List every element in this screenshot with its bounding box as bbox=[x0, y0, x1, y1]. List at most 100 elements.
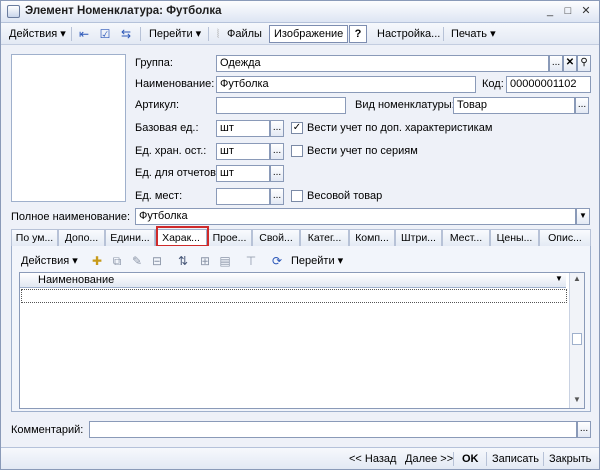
panel-goto-menu[interactable]: Перейти ▾ bbox=[287, 252, 347, 270]
tab-projects[interactable]: Прое... bbox=[207, 229, 252, 246]
table-scrollbar[interactable]: ▲ ▼ bbox=[569, 273, 584, 408]
delete-row-icon[interactable]: ⊟ bbox=[149, 253, 165, 269]
edit-row-icon[interactable]: ✎ bbox=[129, 253, 145, 269]
main-toolbar: Действия ▾ ⇤ ☑ ⇆ Перейти ▾ ⦚ Файлы Изобр… bbox=[1, 23, 599, 45]
window-title: Элемент Номенклатура: Футболка bbox=[25, 5, 222, 17]
weight-checkbox[interactable] bbox=[291, 190, 303, 202]
files-button[interactable]: Файлы bbox=[223, 25, 266, 43]
actions-menu[interactable]: Действия ▾ bbox=[5, 25, 70, 43]
article-label: Артикул: bbox=[135, 99, 180, 111]
group-label: Группа: bbox=[135, 57, 173, 69]
checklist-icon[interactable]: ☑ bbox=[97, 26, 113, 42]
group-search-icon[interactable]: ⚲ bbox=[577, 55, 591, 72]
report-unit-select-button[interactable]: ... bbox=[270, 165, 284, 182]
panel-actions-label: Действия bbox=[21, 255, 70, 267]
minimize-icon[interactable]: _ bbox=[543, 5, 557, 19]
storage-unit-field[interactable]: шт bbox=[216, 143, 270, 160]
scroll-thumb[interactable] bbox=[572, 333, 582, 345]
filter-icon[interactable]: ▤ bbox=[217, 253, 233, 269]
arrow-left-icon[interactable]: ⇤ bbox=[76, 26, 92, 42]
tab-properties[interactable]: Свой... bbox=[252, 229, 300, 246]
tab-defaults[interactable]: По ум... bbox=[11, 229, 58, 246]
print-menu[interactable]: Печать ▾ bbox=[447, 25, 500, 43]
name-label: Наименование: bbox=[135, 78, 215, 90]
article-field[interactable] bbox=[216, 97, 346, 114]
extra-chars-checkbox[interactable]: ✓ bbox=[291, 122, 303, 134]
type-label: Вид номенклатуры: bbox=[355, 99, 455, 111]
tab-components[interactable]: Комп... bbox=[349, 229, 395, 246]
report-unit-field[interactable]: шт bbox=[216, 165, 270, 182]
refresh-icon[interactable]: ⇆ bbox=[118, 26, 134, 42]
comment-field[interactable] bbox=[89, 421, 577, 438]
next-button[interactable]: Далее >> bbox=[405, 451, 453, 467]
scroll-down-icon[interactable]: ▼ bbox=[573, 395, 581, 404]
place-unit-label: Ед. мест: bbox=[135, 190, 183, 202]
close-icon[interactable]: ✕ bbox=[579, 5, 593, 19]
tab-additional[interactable]: Допо... bbox=[58, 229, 105, 246]
goto-menu[interactable]: Перейти ▾ bbox=[145, 25, 205, 43]
back-button[interactable]: << Назад bbox=[349, 451, 396, 467]
actions-label: Действия bbox=[9, 28, 58, 40]
tab-strip: По ум... Допо... Едини... Харак... Прое.… bbox=[11, 229, 591, 246]
group-clear-button[interactable]: ✕ bbox=[563, 55, 577, 72]
image-button[interactable]: Изображение bbox=[269, 25, 349, 43]
table-row[interactable] bbox=[21, 289, 567, 303]
place-unit-select-button[interactable]: ... bbox=[270, 188, 284, 205]
print-label: Печать bbox=[451, 28, 488, 40]
footer-separator bbox=[486, 452, 487, 466]
characteristics-table[interactable]: Наименование ▼ ▲ ▼ bbox=[19, 272, 585, 409]
base-unit-field[interactable]: шт bbox=[216, 120, 270, 137]
tab-categories[interactable]: Катег... bbox=[300, 229, 349, 246]
maximize-icon[interactable]: □ bbox=[561, 5, 575, 19]
full-name-dropdown-icon[interactable]: ▼ bbox=[576, 208, 590, 225]
item-image[interactable] bbox=[11, 54, 126, 202]
full-name-label: Полное наименование: bbox=[11, 211, 131, 223]
column-name-header[interactable]: Наименование bbox=[38, 274, 114, 286]
footer-separator bbox=[453, 452, 454, 466]
name-field[interactable]: Футболка bbox=[216, 76, 476, 93]
group-select-button[interactable]: ... bbox=[549, 55, 563, 72]
sort-icon[interactable]: ⇅ bbox=[175, 253, 191, 269]
tab-units[interactable]: Едини... bbox=[105, 229, 155, 246]
group-field[interactable]: Одежда bbox=[216, 55, 549, 72]
place-unit-field[interactable] bbox=[216, 188, 270, 205]
storage-unit-select-button[interactable]: ... bbox=[270, 143, 284, 160]
app-icon bbox=[7, 5, 20, 18]
scroll-up-icon[interactable]: ▲ bbox=[573, 274, 581, 283]
base-unit-select-button[interactable]: ... bbox=[270, 120, 284, 137]
clear-filter-icon[interactable]: ⊤ bbox=[243, 253, 259, 269]
add-row-icon[interactable]: ✚ bbox=[89, 253, 105, 269]
column-menu-icon[interactable]: ▼ bbox=[555, 274, 563, 283]
title-bar: Элемент Номенклатура: Футболка _ □ ✕ bbox=[1, 1, 599, 23]
close-button[interactable]: Закрыть bbox=[549, 451, 591, 467]
toolbar-separator bbox=[140, 27, 141, 41]
ok-button[interactable]: OK bbox=[462, 451, 479, 467]
panel-actions-menu[interactable]: Действия ▾ bbox=[17, 252, 82, 270]
weight-label: Весовой товар bbox=[307, 190, 383, 202]
code-field[interactable]: 00000001102 bbox=[506, 76, 591, 93]
type-select-button[interactable]: ... bbox=[575, 97, 589, 114]
goto-label: Перейти bbox=[149, 28, 193, 40]
full-name-field[interactable]: Футболка bbox=[135, 208, 576, 225]
footer-separator bbox=[543, 452, 544, 466]
series-checkbox[interactable] bbox=[291, 145, 303, 157]
tab-places[interactable]: Мест... bbox=[442, 229, 490, 246]
panel-goto-label: Перейти bbox=[291, 255, 335, 267]
active-tab-highlight bbox=[156, 226, 209, 247]
refresh-icon[interactable]: ⟳ bbox=[269, 253, 285, 269]
code-label: Код: bbox=[482, 78, 504, 90]
tab-description[interactable]: Опис... bbox=[539, 229, 591, 246]
footer-bar: << Назад Далее >> OK Записать Закрыть bbox=[1, 447, 599, 469]
toolbar-separator bbox=[443, 27, 444, 41]
tab-prices[interactable]: Цены... bbox=[490, 229, 539, 246]
copy-row-icon[interactable]: ⧉ bbox=[109, 253, 125, 269]
settings-button[interactable]: Настройка... bbox=[373, 25, 444, 43]
tab-barcodes[interactable]: Штри... bbox=[395, 229, 442, 246]
save-button[interactable]: Записать bbox=[492, 451, 539, 467]
storage-unit-label: Ед. хран. ост.: bbox=[135, 145, 207, 157]
help-button[interactable]: ? bbox=[349, 25, 367, 43]
comment-select-button[interactable]: ... bbox=[577, 421, 591, 438]
extra-chars-label: Вести учет по доп. характеристикам bbox=[307, 122, 493, 134]
tree-icon[interactable]: ⊞ bbox=[197, 253, 213, 269]
type-field[interactable]: Товар bbox=[453, 97, 575, 114]
